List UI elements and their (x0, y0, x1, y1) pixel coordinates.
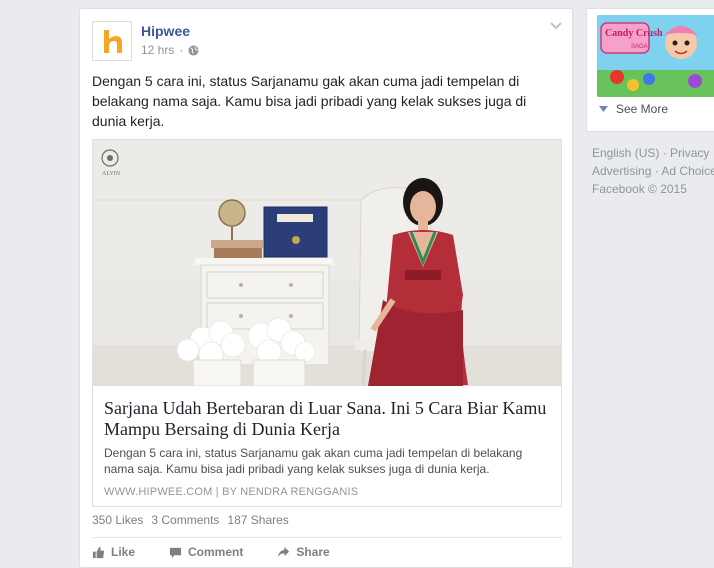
ad-image[interactable]: Candy Crush SAGA (597, 15, 714, 97)
svg-text:ALVIN: ALVIN (102, 171, 121, 177)
hipwee-logo-icon (104, 30, 122, 53)
link-preview-image[interactable]: ALVIN (93, 140, 561, 386)
share-button[interactable]: Share (277, 545, 330, 559)
likes-count[interactable]: 350 Likes (92, 513, 143, 527)
like-button[interactable]: Like (92, 545, 135, 559)
sidebar-footer: English (US) · Privacy Advertising · Ad … (592, 144, 714, 198)
divider (92, 537, 562, 538)
ad-logo-text: Candy Crush (605, 28, 663, 39)
link-source: WWW.HIPWEE.COM | BY NENDRA RENGGANIS (104, 486, 359, 498)
comment-button[interactable]: Comment (169, 545, 243, 559)
link-description: Dengan 5 cara ini, status Sarjanamu gak … (104, 446, 523, 476)
footer-ad-choices[interactable]: Ad Choices (661, 164, 714, 178)
post-meta: 12 hrs · (141, 43, 199, 57)
post-author[interactable]: Hipwee (141, 23, 190, 39)
footer-copyright: Facebook © 2015 (592, 182, 687, 196)
page-avatar[interactable] (92, 21, 132, 61)
news-feed-post: Hipwee 12 hrs · Dengan 5 cara ini, statu… (79, 8, 573, 568)
comment-icon (169, 547, 182, 558)
footer-language[interactable]: English (US) (592, 146, 659, 160)
chevron-down-icon[interactable] (550, 21, 562, 31)
see-more-link[interactable]: See More (599, 102, 668, 116)
footer-advertising[interactable]: Advertising (592, 164, 651, 178)
caret-down-icon (599, 106, 608, 112)
link-title[interactable]: Sarjana Udah Bertebaran di Luar Sana. In… (104, 398, 550, 440)
link-preview-card[interactable]: ALVIN Sarjana Udah Bertebaran di Luar Sa… (92, 139, 562, 507)
post-time[interactable]: 12 hrs (141, 43, 174, 57)
post-stats: 350 Likes 3 Comments 187 Shares (92, 513, 289, 527)
ad-logo-sub: SAGA (631, 44, 648, 50)
share-icon (278, 546, 290, 557)
thumbs-up-icon (92, 546, 105, 558)
shares-count[interactable]: 187 Shares (227, 513, 288, 527)
sponsored-ad: Candy Crush SAGA See More (586, 8, 714, 132)
post-actions: Like Comment Share (92, 545, 330, 559)
globe-icon (188, 44, 199, 56)
post-text: Dengan 5 cara ini, status Sarjanamu gak … (92, 73, 527, 129)
comments-count[interactable]: 3 Comments (151, 513, 219, 527)
footer-privacy[interactable]: Privacy (670, 146, 709, 160)
